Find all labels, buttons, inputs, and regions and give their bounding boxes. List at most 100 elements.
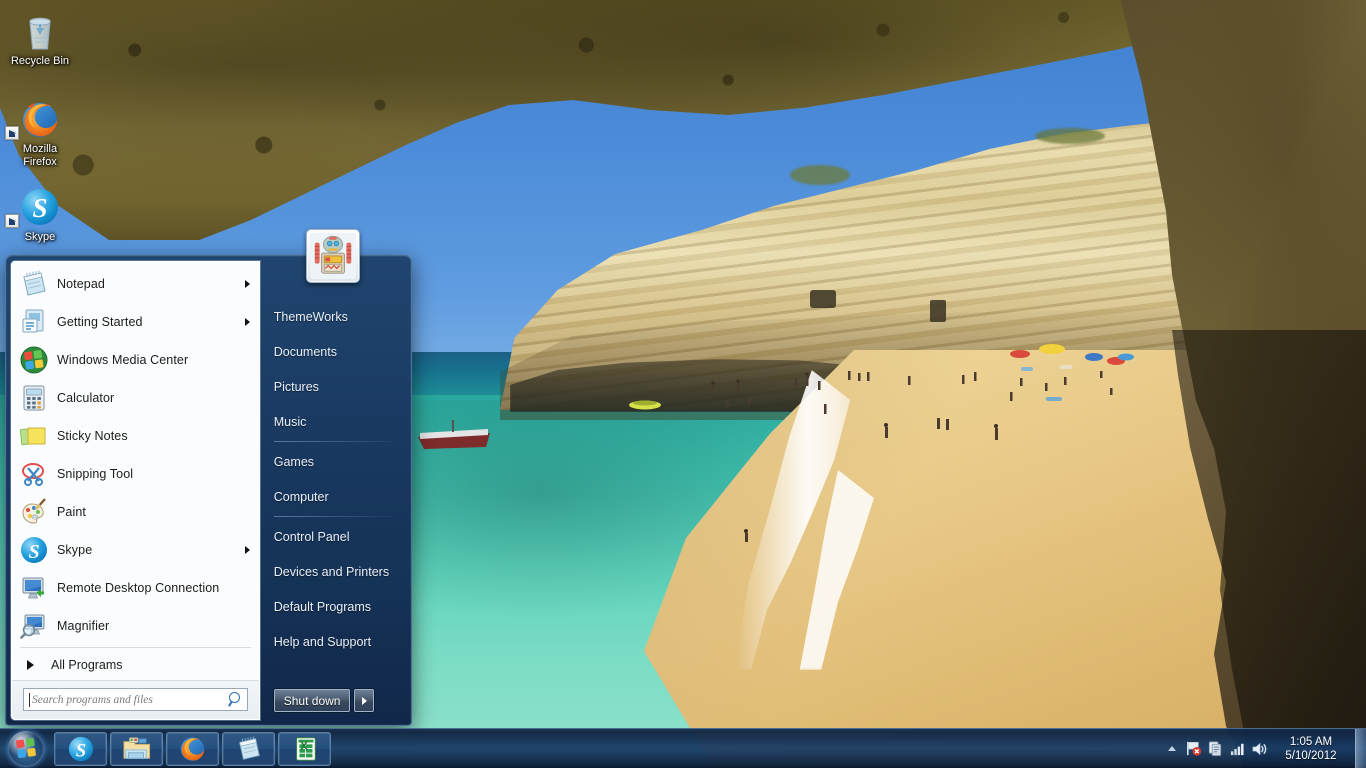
start-menu-item-windows-media-center[interactable]: Windows Media Center: [12, 341, 259, 379]
start-menu-item-label: Snipping Tool: [57, 467, 133, 481]
start-menu-item-label: Skype: [57, 543, 92, 557]
wallpaper-cliff-shrub-2: [1035, 128, 1105, 144]
tray-icon-action-center[interactable]: [1182, 732, 1204, 766]
start-menu-item-label: Calculator: [57, 391, 114, 405]
wallpaper-cliff-shrub-1: [790, 165, 850, 185]
notepad-icon: [235, 735, 263, 763]
system-tray: 1:05 AM 5/10/2012: [1162, 729, 1366, 768]
start-menu-item-snipping-tool[interactable]: Snipping Tool: [12, 455, 259, 493]
robot-avatar-icon: [310, 233, 356, 279]
start-menu-right-divider: [274, 441, 392, 442]
start-menu-right-item-default-programs[interactable]: Default Programs: [274, 589, 406, 624]
start-menu-right-item-pictures[interactable]: Pictures: [274, 369, 406, 404]
taskbar-button-notepad[interactable]: [222, 732, 275, 766]
tray-icon-network[interactable]: [1204, 732, 1226, 766]
skype-icon: S: [19, 535, 49, 565]
desktop-icon-recycle-bin[interactable]: Recycle Bin: [3, 6, 77, 68]
start-menu-right-item-control-panel[interactable]: Control Panel: [274, 519, 406, 554]
start-menu-item-sticky-notes[interactable]: Sticky Notes: [12, 417, 259, 455]
svg-text:X: X: [300, 738, 308, 752]
show-desktop-button[interactable]: [1355, 729, 1366, 768]
paint-icon: [19, 497, 49, 527]
search-input[interactable]: Search programs and files: [23, 688, 248, 711]
tray-icon-volume[interactable]: [1248, 732, 1270, 766]
start-menu-left-pane: Notepad Getting Started: [11, 261, 260, 720]
chevron-right-icon: [27, 660, 34, 670]
user-avatar[interactable]: [306, 229, 360, 283]
desktop-icon-label: Recycle Bin: [3, 55, 77, 68]
start-menu-right-item-games[interactable]: Games: [274, 444, 406, 479]
start-menu-right-item-computer[interactable]: Computer: [274, 479, 406, 514]
remote-desktop-icon: [19, 573, 49, 603]
start-menu-item-label: Notepad: [57, 277, 105, 291]
taskbar-button-skype[interactable]: S: [54, 732, 107, 766]
getting-started-icon: [19, 307, 49, 337]
all-programs-label: All Programs: [51, 658, 123, 672]
shut-down-options-button[interactable]: [354, 689, 374, 712]
excel-icon: X: [291, 735, 319, 763]
skype-icon: S: [67, 735, 95, 763]
taskbar-clock[interactable]: 1:05 AM 5/10/2012: [1272, 735, 1350, 763]
recycle-bin-icon: [3, 6, 77, 52]
start-menu-item-label: Magnifier: [57, 619, 109, 633]
start-menu-right-label: Games: [274, 455, 314, 469]
firefox-icon: [178, 734, 207, 763]
start-menu-right-divider: [274, 516, 392, 517]
start-menu-shutdown-area: Shut down: [260, 689, 406, 720]
start-menu-all-programs[interactable]: All Programs: [12, 650, 259, 680]
signal-bars-icon: [1229, 740, 1246, 757]
start-menu-item-label: Getting Started: [57, 315, 143, 329]
wallpaper-cliff-hollow-2: [930, 300, 946, 322]
skype-icon: S: [3, 182, 77, 228]
shortcut-overlay-icon: [5, 126, 19, 140]
clock-date: 5/10/2012: [1272, 749, 1350, 763]
start-menu-item-skype[interactable]: S Skype: [12, 531, 259, 569]
svg-text:S: S: [75, 740, 85, 761]
start-menu-item-magnifier[interactable]: Magnifier: [12, 607, 259, 645]
start-menu-right-item-music[interactable]: Music: [274, 404, 406, 439]
snipping-tool-icon: [19, 459, 49, 489]
start-menu-right-label: Devices and Printers: [274, 565, 389, 579]
start-menu-right-label: Control Panel: [274, 530, 350, 544]
start-menu-right-item-documents[interactable]: Documents: [274, 334, 406, 369]
start-menu-right-label: Documents: [274, 345, 337, 359]
shut-down-button[interactable]: Shut down: [274, 689, 351, 712]
start-menu-item-notepad[interactable]: Notepad: [12, 265, 259, 303]
start-menu-search-area: Search programs and files: [12, 680, 259, 719]
start-menu-right-label: Computer: [274, 490, 329, 504]
start-menu-right-item-help-and-support[interactable]: Help and Support: [274, 624, 406, 659]
start-menu-right-label: Pictures: [274, 380, 319, 394]
notepad-icon: [19, 269, 49, 299]
wallpaper-cliff-hollow-1: [810, 290, 836, 308]
windows-media-center-icon: [19, 345, 49, 375]
desktop-icon-mozilla-firefox[interactable]: MozillaFirefox: [3, 94, 77, 169]
windows-logo-icon: [8, 731, 44, 767]
start-menu-right-item-themeworks[interactable]: ThemeWorks: [274, 299, 406, 334]
start-menu-item-getting-started[interactable]: Getting Started: [12, 303, 259, 341]
start-menu-right-label: Music: [274, 415, 307, 429]
start-menu: Notepad Getting Started: [5, 255, 412, 726]
start-button[interactable]: [1, 730, 51, 768]
shortcut-overlay-icon: [5, 214, 19, 228]
start-menu-item-paint[interactable]: Paint: [12, 493, 259, 531]
start-menu-right-item-devices-and-printers[interactable]: Devices and Printers: [274, 554, 406, 589]
start-menu-right-list: ThemeWorks Documents Pictures Music Game…: [260, 299, 406, 689]
taskbar-button-microsoft-excel[interactable]: X: [278, 732, 331, 766]
start-menu-item-label: Remote Desktop Connection: [57, 581, 219, 595]
start-menu-right-label: Default Programs: [274, 600, 371, 614]
start-menu-item-remote-desktop-connection[interactable]: Remote Desktop Connection: [12, 569, 259, 607]
start-menu-divider: [20, 647, 251, 648]
submenu-arrow-icon: [245, 546, 250, 554]
start-menu-item-label: Paint: [57, 505, 86, 519]
desktop-icon-skype[interactable]: S Skype: [3, 182, 77, 244]
tray-icon-signal-strength[interactable]: [1226, 732, 1248, 766]
start-menu-item-calculator[interactable]: Calculator: [12, 379, 259, 417]
chevron-right-icon: [362, 697, 367, 705]
firefox-icon: [3, 94, 77, 140]
sticky-notes-icon: [19, 421, 49, 451]
show-hidden-icons-button[interactable]: [1162, 732, 1182, 766]
speaker-icon: [1250, 740, 1268, 758]
taskbar-button-windows-explorer[interactable]: [110, 732, 163, 766]
taskbar-button-mozilla-firefox[interactable]: [166, 732, 219, 766]
search-icon: [228, 692, 243, 707]
